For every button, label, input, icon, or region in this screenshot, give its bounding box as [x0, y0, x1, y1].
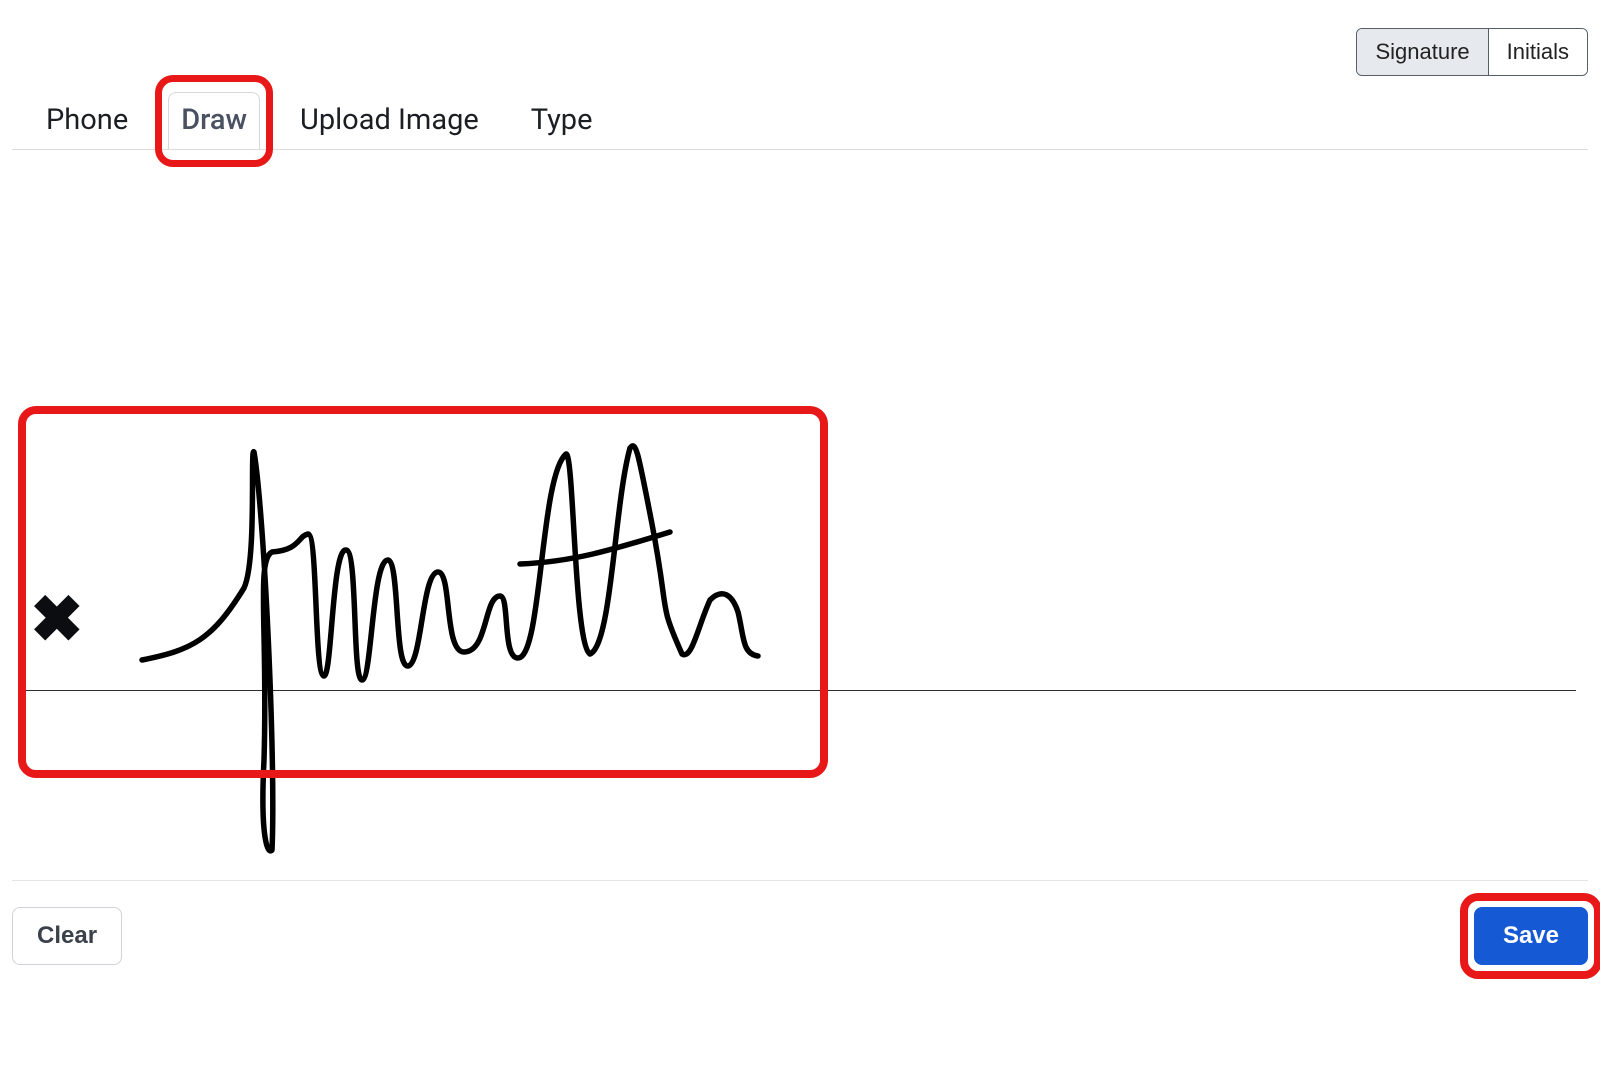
- action-bar: Clear Save: [12, 880, 1588, 965]
- save-button-wrapper: Save: [1474, 907, 1588, 965]
- signature-mode-button[interactable]: Signature: [1357, 29, 1488, 75]
- tab-upload-image[interactable]: Upload Image: [288, 93, 491, 149]
- tab-phone[interactable]: Phone: [34, 93, 140, 149]
- tab-type[interactable]: Type: [519, 93, 605, 149]
- drawn-signature: [12, 200, 972, 860]
- signature-canvas-region[interactable]: ✖: [12, 200, 1588, 860]
- signature-initials-toggle: Signature Initials: [1356, 28, 1588, 76]
- input-method-tabs: Phone Draw Upload Image Type: [12, 28, 1588, 150]
- initials-mode-button[interactable]: Initials: [1489, 29, 1587, 75]
- clear-button[interactable]: Clear: [12, 907, 122, 965]
- save-button[interactable]: Save: [1474, 907, 1588, 965]
- tab-draw[interactable]: Draw: [168, 92, 260, 149]
- tab-draw-label: Draw: [181, 103, 247, 137]
- top-area: Signature Initials Phone Draw Upload Ima…: [12, 12, 1588, 150]
